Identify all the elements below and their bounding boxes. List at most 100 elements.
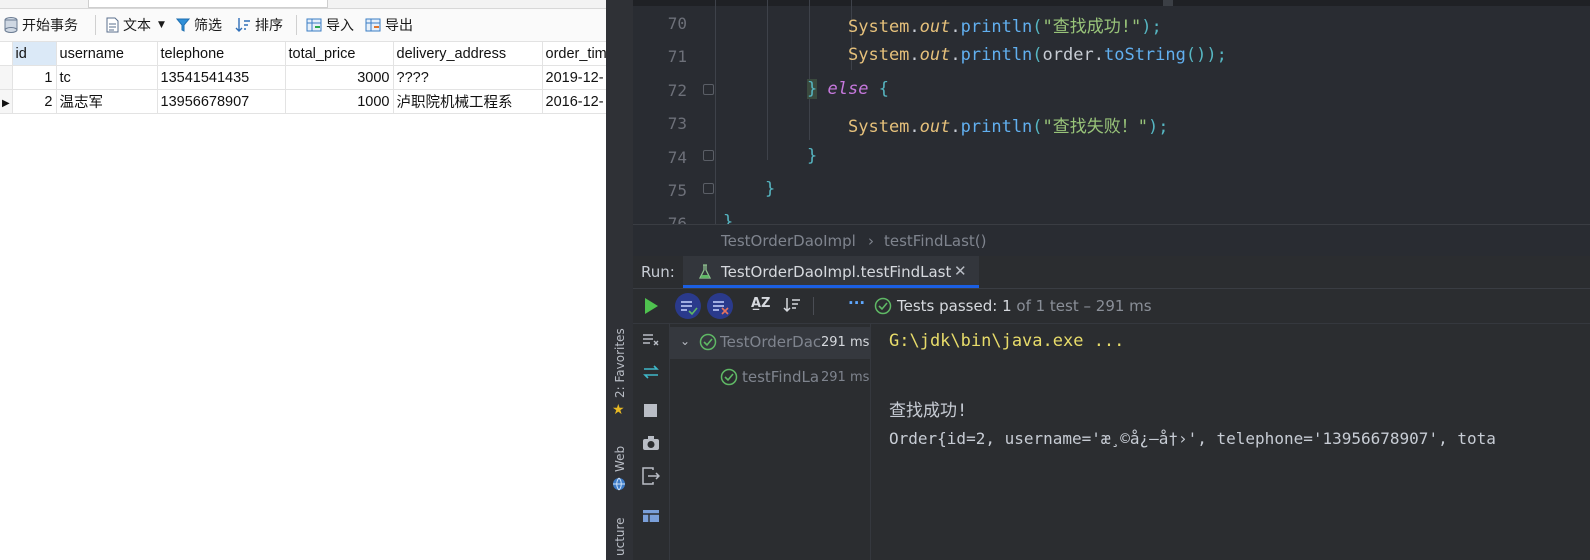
tree-item-test[interactable]: testFindLa (742, 368, 819, 386)
begin-transaction-button[interactable]: 开始事务 (4, 15, 78, 35)
column-header[interactable]: total_price (285, 42, 394, 66)
fold-marker-icon[interactable] (703, 84, 714, 95)
code-token: ( (1032, 45, 1043, 65)
db-active-tab[interactable] (88, 0, 328, 8)
swap-arrows-icon[interactable] (642, 364, 660, 384)
code-token: "查找失败！" (1042, 117, 1149, 137)
column-header[interactable]: telephone (157, 42, 286, 66)
table-cell[interactable]: 2019-12- (542, 65, 606, 90)
code-token: ); (1141, 17, 1162, 37)
export-button[interactable]: 导出 (365, 15, 413, 35)
run-side-tools (633, 324, 670, 560)
table-cell[interactable]: 13956678907 (157, 89, 286, 114)
fold-marker-icon[interactable] (703, 183, 714, 194)
table-cell[interactable]: tc (56, 65, 158, 90)
code-line-70: System.out.println("查找成功!"); (848, 12, 1162, 37)
favorites-tab[interactable]: 2: Favorites (613, 328, 627, 398)
import-button[interactable]: 导入 (306, 15, 354, 35)
run-tab-title: TestOrderDaoImpl.testFindLast (721, 263, 952, 281)
line-number: 71 (667, 47, 687, 66)
row-marker[interactable] (0, 65, 13, 90)
column-header[interactable]: id (12, 42, 57, 66)
passed-check-icon (874, 297, 892, 319)
run-tool-header: Run: TestOrderDaoImpl.testFindLast ✕ (633, 256, 1590, 289)
line-number: 73 (667, 114, 687, 133)
code-token: out (919, 45, 951, 65)
run-toolbar: A̲Z ··· Tests passed: 1 of 1 test – 291 … (633, 289, 1590, 324)
row-marker[interactable]: ▶ (0, 89, 13, 114)
table-cell[interactable]: ???? (393, 65, 543, 90)
code-token: out (919, 117, 951, 137)
code-token: toString (1103, 45, 1186, 65)
run-label: Run: (641, 263, 675, 281)
code-token: println (960, 117, 1033, 137)
editor-scroll-strip (633, 0, 1590, 6)
fold-marker-icon[interactable] (703, 150, 714, 161)
sort-alpha-icon[interactable]: A̲Z (751, 296, 771, 311)
column-header[interactable]: order_tim (542, 42, 606, 66)
structure-tab[interactable]: ucture (613, 517, 627, 556)
passed-check-icon (699, 333, 717, 355)
breadcrumb-class[interactable]: TestOrderDaoImpl (721, 232, 856, 250)
column-header[interactable]: username (56, 42, 158, 66)
chevron-down-icon[interactable]: ⌄ (680, 334, 690, 348)
text-view-button[interactable]: 文本 ▼ (106, 15, 165, 35)
db-panel: 开始事务 文本 ▼ 筛选 排序 导入 导出 id username teleph… (0, 0, 606, 560)
column-header[interactable]: delivery_address (393, 42, 543, 66)
code-editor[interactable]: 70 71 72 73 74 75 76 System.out.println(… (633, 0, 1590, 233)
code-token: { (878, 79, 889, 99)
transaction-icon (4, 17, 18, 33)
stop-icon[interactable] (644, 404, 657, 417)
console-line: Order{id=2, username='æ¸©å¿—å†›', teleph… (889, 429, 1496, 448)
code-token: order (1042, 45, 1094, 65)
close-icon[interactable]: ✕ (954, 262, 967, 280)
toolbar-divider (296, 15, 297, 35)
code-line-73: System.out.println("查找失败！"); (848, 112, 1169, 137)
db-toolbar: 开始事务 文本 ▼ 筛选 排序 导入 导出 (0, 9, 606, 42)
console-output[interactable]: G:\jdk\bin\java.exe ... 查找成功! Order{id=2… (871, 324, 1590, 560)
more-icon[interactable]: ··· (848, 294, 865, 312)
layout-icon[interactable] (642, 508, 660, 527)
camera-icon[interactable] (642, 435, 660, 455)
table-cell[interactable]: 3000 (285, 65, 394, 90)
code-token: . (1093, 45, 1104, 65)
table-cell[interactable]: 泸职院机械工程系 (393, 89, 543, 114)
exit-icon[interactable] (642, 467, 661, 489)
table-cell[interactable]: 13541541435 (157, 65, 286, 90)
code-token: . (909, 45, 920, 65)
table-cell[interactable]: 温志军 (56, 89, 158, 114)
current-row-arrow-icon: ▶ (2, 97, 10, 109)
globe-icon (612, 476, 626, 495)
status-rest: of 1 test – 291 ms (1016, 297, 1152, 315)
collapse-lines-icon[interactable] (642, 332, 660, 352)
document-icon (106, 17, 119, 33)
export-label: 导出 (385, 18, 413, 34)
table-cell[interactable]: 1 (12, 65, 57, 90)
line-number: 74 (667, 148, 687, 167)
code-token: println (960, 45, 1033, 65)
code-token: ( (1032, 17, 1043, 37)
tree-item-suite[interactable]: TestOrderDac (720, 333, 821, 351)
toolbar-divider (95, 15, 96, 35)
table-cell[interactable]: 2016-12- (542, 89, 606, 114)
breadcrumb-method[interactable]: testFindLast() (884, 232, 987, 250)
toolbar-divider (813, 297, 814, 315)
text-view-label: 文本 (123, 18, 151, 34)
rerun-icon[interactable] (643, 297, 659, 319)
web-tab[interactable]: Web (613, 446, 627, 472)
status-passed-label: Tests passed: (897, 297, 998, 315)
code-line-72: } else { (807, 79, 889, 99)
table-cell[interactable]: 1000 (285, 89, 394, 114)
filter-icon (176, 17, 190, 33)
table-cell[interactable]: 2 (12, 89, 57, 114)
sort-button[interactable]: 排序 (235, 15, 283, 35)
chevron-down-icon[interactable]: ▼ (158, 20, 165, 30)
show-ignored-icon[interactable] (707, 293, 733, 319)
show-passed-icon[interactable] (675, 293, 701, 319)
sort-duration-icon[interactable] (783, 296, 801, 318)
table-row[interactable]: ▶ 2 温志军 13956678907 1000 泸职院机械工程系 2016-1… (0, 89, 606, 114)
run-tab[interactable]: TestOrderDaoImpl.testFindLast ✕ (683, 256, 979, 288)
filter-button[interactable]: 筛选 (176, 15, 222, 35)
sort-label: 排序 (255, 18, 283, 34)
table-row[interactable]: 1 tc 13541541435 3000 ???? 2019-12- (0, 65, 606, 90)
